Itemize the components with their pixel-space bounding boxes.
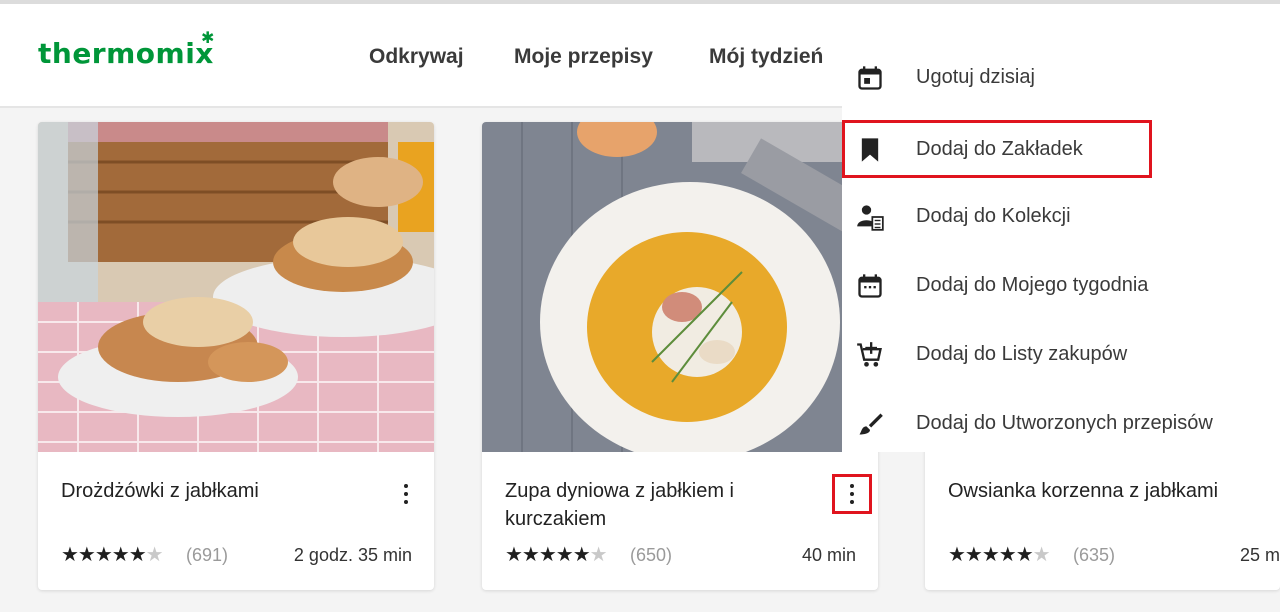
rating-stars: ★★★★★★ [505,542,608,566]
menu-item-add-shopping-list[interactable]: Dodaj do Listy zakupów [842,325,1280,383]
menu-item-label: Dodaj do Listy zakupów [916,342,1128,365]
brush-icon [859,413,883,435]
recipe-image[interactable] [38,122,434,452]
cooking-time: 40 min [801,545,856,565]
menu-item-cook-today[interactable]: Ugotuj dzisiaj [842,48,1280,106]
recipe-title[interactable]: Drożdżówki z jabłkami [61,477,361,505]
rating-count: (691) [186,545,229,565]
cooking-time: 2 godz. 35 min [293,545,412,565]
recipe-context-menu: Ugotuj dzisiaj Dodaj do Zakładek Dodaj d… [842,40,1280,452]
rating-stars: ★★★★★★ [61,542,164,566]
more-options-button[interactable] [386,474,426,514]
menu-item-label: Dodaj do Utworzonych przepisów [916,411,1213,434]
rating-stars: ★★★★★★ [948,542,1051,566]
menu-item-label: Ugotuj dzisiaj [916,65,1035,88]
menu-item-label: Dodaj do Mojego tygodnia [916,273,1149,296]
thermomix-logo[interactable]: thermomix ✱ [38,28,214,70]
calendar-today-icon [858,66,882,90]
menu-item-add-created-recipes[interactable]: Dodaj do Utworzonych przepisów [842,394,1280,452]
menu-item-add-collection[interactable]: Dodaj do Kolekcji [842,187,1280,245]
menu-item-label: Dodaj do Zakładek [916,137,1083,160]
more-options-button[interactable] [832,474,872,514]
rating-count: (650) [630,545,673,565]
cooking-time: 25 m [1240,545,1280,565]
recipe-card[interactable]: Zupa dyniowa z jabłkiem i kurczakiem ★★★… [482,122,878,590]
logo-text: thermomix [38,37,214,70]
recipe-image[interactable] [482,122,878,452]
nav-odkrywaj[interactable]: Odkrywaj [369,45,464,69]
kebab-menu-icon [850,484,854,504]
kebab-menu-icon [404,484,408,504]
recipe-card[interactable]: Drożdżówki z jabłkami ★★★★★★ (691) 2 god… [38,122,434,590]
rating-count: (635) [1073,545,1116,565]
bookmark-icon [861,138,879,162]
nav-moje-przepisy[interactable]: Moje przepisy [514,45,653,69]
menu-item-add-bookmark[interactable]: Dodaj do Zakładek [842,120,1152,178]
logo-star-icon: ✱ [201,28,215,47]
calendar-week-icon [858,274,882,298]
cart-add-icon [857,342,882,367]
recipe-title[interactable]: Zupa dyniowa z jabłkiem i kurczakiem [505,477,805,533]
recipe-title[interactable]: Owsianka korzenna z jabłkami [948,477,1280,505]
menu-item-label: Dodaj do Kolekcji [916,204,1071,227]
collection-icon [857,205,884,231]
nav-moj-tydzien[interactable]: Mój tydzień [709,45,823,69]
menu-item-add-my-week[interactable]: Dodaj do Mojego tygodnia [842,256,1280,314]
